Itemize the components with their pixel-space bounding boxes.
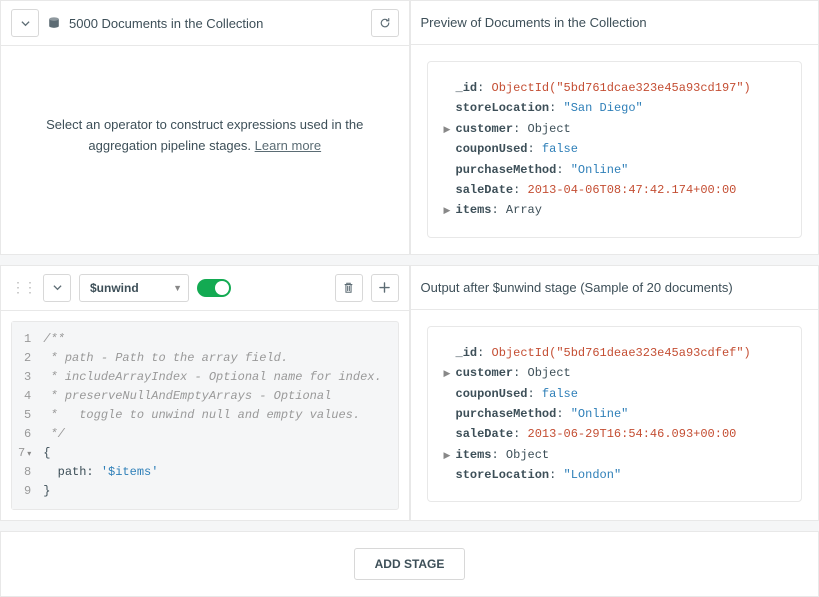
field-key: saleDate bbox=[456, 427, 514, 441]
output-title: Output after $unwind stage (Sample of 20… bbox=[421, 280, 733, 295]
preview-panel: Preview of Documents in the Collection _… bbox=[410, 0, 819, 255]
expand-caret-icon[interactable]: ▶ bbox=[444, 367, 454, 382]
preview-title: Preview of Documents in the Collection bbox=[421, 15, 647, 30]
chevron-down-icon bbox=[21, 19, 30, 28]
field-value: Object bbox=[506, 448, 549, 462]
field-key: customer bbox=[456, 366, 514, 380]
stage-code-editor[interactable]: 1234567▾89 /** * path - Path to the arra… bbox=[11, 321, 399, 510]
database-icon bbox=[47, 16, 61, 30]
add-stage-inline-button[interactable] bbox=[371, 274, 399, 302]
output-panel: Output after $unwind stage (Sample of 20… bbox=[410, 265, 819, 521]
field-value: "London" bbox=[564, 468, 622, 482]
field-value: false bbox=[542, 387, 578, 401]
delete-stage-button[interactable] bbox=[335, 274, 363, 302]
field-key: purchaseMethod bbox=[456, 163, 557, 177]
stage-enable-toggle[interactable] bbox=[197, 279, 231, 297]
field-value: 2013-06-29T16:54:46.093+00:00 bbox=[528, 427, 737, 441]
field-value: ObjectId("5bd761deae323e45a93cdfef") bbox=[492, 346, 751, 360]
field-key: items bbox=[456, 448, 492, 462]
field-value: 2013-04-06T08:47:42.174+00:00 bbox=[528, 183, 737, 197]
field-value: Object bbox=[528, 366, 571, 380]
source-panel: 5000 Documents in the Collection Select … bbox=[0, 0, 410, 255]
field-value: false bbox=[542, 142, 578, 156]
footer: ADD STAGE bbox=[0, 531, 819, 597]
field-key: saleDate bbox=[456, 183, 514, 197]
preview-document: _id: ObjectId("5bd761dcae323e45a93cd197"… bbox=[427, 61, 803, 238]
chevron-down-icon bbox=[53, 283, 62, 292]
code-content[interactable]: /** * path - Path to the array field. * … bbox=[39, 322, 397, 509]
field-key: storeLocation bbox=[456, 468, 550, 482]
output-document: _id: ObjectId("5bd761deae323e45a93cdfef"… bbox=[427, 326, 803, 503]
expand-caret-icon[interactable]: ▶ bbox=[444, 204, 454, 219]
field-key: couponUsed bbox=[456, 142, 528, 156]
drag-handle-icon[interactable]: ⋮⋮ bbox=[11, 279, 35, 296]
operator-placeholder: Select an operator to construct expressi… bbox=[1, 46, 409, 226]
operator-select[interactable]: $unwind ▼ bbox=[79, 274, 189, 302]
document-count: 5000 Documents in the Collection bbox=[69, 16, 263, 31]
field-key: customer bbox=[456, 122, 514, 136]
field-key: items bbox=[456, 203, 492, 217]
field-key: storeLocation bbox=[456, 101, 550, 115]
collapse-button[interactable] bbox=[11, 9, 39, 37]
expand-caret-icon[interactable]: ▶ bbox=[444, 449, 454, 464]
stage-collapse-button[interactable] bbox=[43, 274, 71, 302]
trash-icon bbox=[343, 282, 354, 294]
aggregation-builder: 5000 Documents in the Collection Select … bbox=[0, 0, 819, 597]
preview-header: Preview of Documents in the Collection bbox=[411, 1, 819, 45]
stage-panel: ⋮⋮ $unwind ▼ 1234567▾89 /** * p bbox=[0, 265, 410, 521]
chevron-down-icon: ▼ bbox=[173, 283, 182, 293]
field-value: Object bbox=[528, 122, 571, 136]
field-key: _id bbox=[456, 81, 478, 95]
field-value: "Online" bbox=[571, 163, 629, 177]
field-key: purchaseMethod bbox=[456, 407, 557, 421]
field-value: Array bbox=[506, 203, 542, 217]
field-value: "San Diego" bbox=[564, 101, 643, 115]
learn-more-link[interactable]: Learn more bbox=[255, 138, 321, 153]
field-value: "Online" bbox=[571, 407, 629, 421]
refresh-button[interactable] bbox=[371, 9, 399, 37]
line-gutter: 1234567▾89 bbox=[12, 322, 39, 509]
output-header: Output after $unwind stage (Sample of 20… bbox=[411, 266, 819, 310]
stage-header: ⋮⋮ $unwind ▼ bbox=[1, 266, 409, 311]
field-key: _id bbox=[456, 346, 478, 360]
expand-caret-icon[interactable]: ▶ bbox=[444, 123, 454, 138]
field-value: ObjectId("5bd761dcae323e45a93cd197") bbox=[492, 81, 751, 95]
field-key: couponUsed bbox=[456, 387, 528, 401]
source-header: 5000 Documents in the Collection bbox=[1, 1, 409, 46]
plus-icon bbox=[379, 282, 390, 293]
add-stage-button[interactable]: ADD STAGE bbox=[354, 548, 466, 580]
refresh-icon bbox=[379, 17, 391, 29]
operator-value: $unwind bbox=[90, 281, 139, 295]
